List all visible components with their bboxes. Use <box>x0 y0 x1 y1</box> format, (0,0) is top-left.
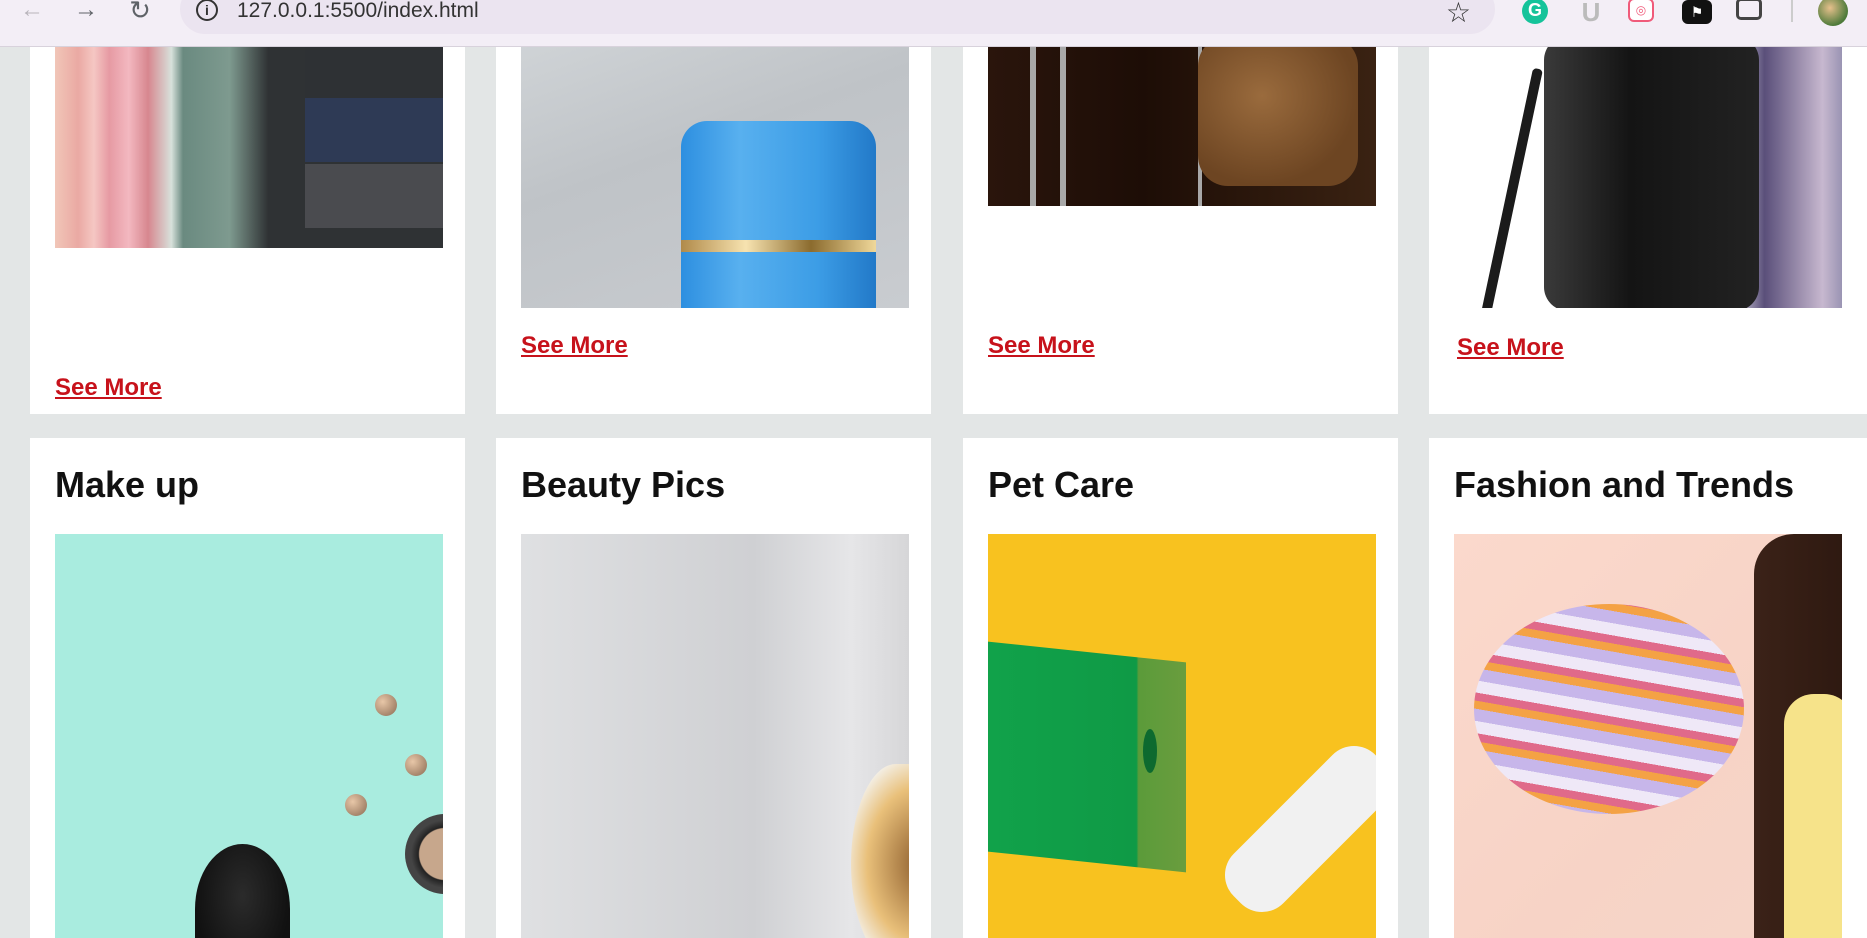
card-image <box>988 534 1376 938</box>
forward-icon[interactable]: → <box>68 0 104 22</box>
see-more-link[interactable]: See More <box>988 332 1095 360</box>
card-image <box>521 46 909 308</box>
card-makeup: Make up <box>30 438 465 938</box>
card-top-2: See More <box>496 0 931 414</box>
card-image <box>1454 46 1842 308</box>
card-top-3: See More <box>963 0 1398 414</box>
extension-dark-icon[interactable]: ⚑ <box>1682 0 1712 24</box>
card-image <box>1454 534 1842 938</box>
card-title: Beauty Pics <box>521 464 726 505</box>
card-image <box>988 46 1376 206</box>
card-top-1: See More <box>30 0 465 414</box>
card-pet-care: Pet Care <box>963 438 1398 938</box>
see-more-link[interactable]: See More <box>55 374 162 402</box>
browser-toolbar: ← → ↻ i 127.0.0.1:5500/index.html ☆ G U … <box>0 0 1867 47</box>
card-fashion-trends: Fashion and Trends <box>1429 438 1867 938</box>
card-image <box>55 46 443 248</box>
grammarly-icon[interactable]: G <box>1522 0 1548 24</box>
card-image <box>521 534 909 938</box>
card-title: Make up <box>55 464 200 505</box>
see-more-link[interactable]: See More <box>521 332 628 360</box>
card-title: Fashion and Trends <box>1454 464 1795 505</box>
see-more-link[interactable]: See More <box>1457 334 1564 362</box>
extensions-puzzle-icon[interactable] <box>1736 0 1762 20</box>
back-icon[interactable]: ← <box>14 0 50 22</box>
site-info-icon[interactable]: i <box>196 0 218 21</box>
reload-icon[interactable]: ↻ <box>122 0 158 23</box>
address-bar[interactable]: i 127.0.0.1:5500/index.html ☆ <box>180 0 1495 34</box>
bookmark-star-icon[interactable]: ☆ <box>1446 0 1471 29</box>
card-beauty-pics: Beauty Pics <box>496 438 931 938</box>
profile-avatar[interactable] <box>1818 0 1848 26</box>
extension-camera-icon[interactable]: ◎ <box>1628 0 1654 22</box>
toolbar-divider <box>1791 0 1793 22</box>
card-top-4: See More <box>1429 0 1867 414</box>
extension-u-icon[interactable]: U <box>1576 0 1606 25</box>
card-image <box>55 534 443 938</box>
url-text[interactable]: 127.0.0.1:5500/index.html <box>237 0 479 23</box>
card-title: Pet Care <box>988 464 1135 505</box>
